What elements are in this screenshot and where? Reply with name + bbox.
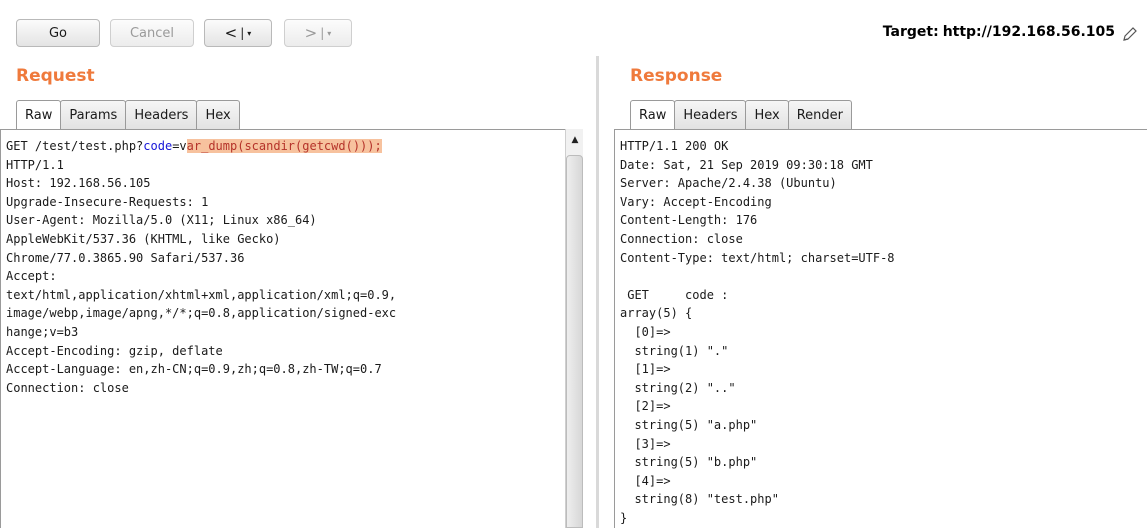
request-line: HTTP/1.1 xyxy=(6,157,64,172)
response-line: GET code : xyxy=(620,287,729,302)
response-line: string(8) "test.php" xyxy=(620,492,779,507)
chevron-left-icon: < xyxy=(224,24,238,42)
scroll-thumb[interactable] xyxy=(566,155,583,528)
response-line: Connection: close xyxy=(620,231,743,246)
separator-glyph: | xyxy=(240,26,245,40)
response-viewer[interactable]: HTTP/1.1 200 OK Date: Sat, 21 Sep 2019 09… xyxy=(614,129,1147,528)
go-label: Go xyxy=(48,25,68,41)
response-line: Vary: Accept-Encoding xyxy=(620,194,772,209)
tab-headers[interactable]: Headers xyxy=(125,100,198,129)
request-line: Upgrade-Insecure-Requests: 1 xyxy=(6,194,209,209)
tab-params[interactable]: Params xyxy=(60,100,127,129)
separator-glyph: | xyxy=(320,26,325,40)
cancel-button[interactable]: Cancel xyxy=(110,19,194,47)
response-line: [1]=> xyxy=(620,362,671,377)
request-editor[interactable]: GET /test/test.php?code=var_dump(scandir… xyxy=(0,129,566,528)
history-back-button[interactable]: < | ▾ xyxy=(204,19,272,47)
dropdown-arrow-icon: ▾ xyxy=(327,28,332,38)
dropdown-arrow-icon: ▾ xyxy=(247,28,252,38)
history-forward-button[interactable]: > | ▾ xyxy=(284,19,352,47)
chevron-right-icon: > xyxy=(304,24,318,42)
request-scrollbar[interactable]: ▲ xyxy=(565,129,583,528)
tab-render[interactable]: Render xyxy=(787,100,852,129)
response-line: array(5) { xyxy=(620,306,693,321)
target-url: http://192.168.56.105 xyxy=(942,24,1115,40)
response-line: [2]=> xyxy=(620,399,671,414)
response-line: HTTP/1.1 200 OK xyxy=(620,139,729,153)
response-line: Date: Sat, 21 Sep 2019 09:30:18 GMT xyxy=(620,157,873,172)
scroll-up-arrow-icon[interactable]: ▲ xyxy=(566,135,584,145)
pencil-icon[interactable] xyxy=(1121,25,1139,43)
request-line-prefix: GET /test/test.php? xyxy=(6,139,144,153)
response-line: Content-Length: 176 xyxy=(620,213,758,228)
request-line: AppleWebKit/537.36 (KHTML, like Gecko) xyxy=(6,231,281,246)
request-line: Accept-Encoding: gzip, deflate xyxy=(6,343,223,358)
response-line: [0]=> xyxy=(620,324,671,339)
go-button[interactable]: Go xyxy=(16,19,100,47)
request-line: Chrome/77.0.3865.90 Safari/537.36 xyxy=(6,250,245,265)
tab-headers[interactable]: Headers xyxy=(674,100,747,129)
response-raw-text[interactable]: HTTP/1.1 200 OK Date: Sat, 21 Sep 2019 09… xyxy=(615,130,1147,527)
target-label: Target: http://192.168.56.105 xyxy=(883,24,1115,40)
cancel-label: Cancel xyxy=(129,25,175,41)
response-line: [3]=> xyxy=(620,436,671,451)
tab-hex[interactable]: Hex xyxy=(196,100,240,129)
tab-hex[interactable]: Hex xyxy=(745,100,789,129)
response-line: [4]=> xyxy=(620,473,671,488)
response-tabs: Raw Headers Hex Render xyxy=(630,100,852,129)
response-line: string(5) "b.php" xyxy=(620,455,758,470)
highlighted-payload: ar_dump(scandir(getcwd())); xyxy=(186,139,382,153)
response-title: Response xyxy=(630,66,723,86)
request-tabs: Raw Params Headers Hex xyxy=(16,100,240,129)
param-value-start: v xyxy=(179,139,187,153)
response-line: string(5) "a.php" xyxy=(620,417,758,432)
request-line: GET /test/test.php?code=var_dump(scandir… xyxy=(6,137,566,156)
request-title: Request xyxy=(16,66,95,86)
request-line: Host: 192.168.56.105 xyxy=(6,176,151,191)
request-line: Accept: xyxy=(6,269,57,284)
response-line xyxy=(620,267,1147,286)
request-raw-text[interactable]: GET /test/test.php?code=var_dump(scandir… xyxy=(1,130,566,397)
response-line: Server: Apache/2.4.38 (Ubuntu) xyxy=(620,176,837,191)
target-prefix: Target: xyxy=(882,24,939,40)
param-name: code xyxy=(143,139,173,153)
split-divider[interactable] xyxy=(596,56,599,528)
request-line: hange;v=b3 xyxy=(6,324,79,339)
response-line: } xyxy=(620,510,628,525)
request-line: image/webp,image/apng,*/*;q=0.8,applicat… xyxy=(6,306,397,321)
response-line: string(1) "." xyxy=(620,343,729,358)
response-line: Content-Type: text/html; charset=UTF-8 xyxy=(620,250,895,265)
response-line: string(2) ".." xyxy=(620,380,736,395)
request-line: text/html,application/xhtml+xml,applicat… xyxy=(6,287,397,302)
request-line: Connection: close xyxy=(6,380,129,395)
request-line: User-Agent: Mozilla/5.0 (X11; Linux x86_… xyxy=(6,213,317,228)
tab-raw[interactable]: Raw xyxy=(16,100,62,129)
tab-raw[interactable]: Raw xyxy=(630,100,676,129)
request-line: Accept-Language: en,zh-CN;q=0.9,zh;q=0.8… xyxy=(6,362,382,377)
